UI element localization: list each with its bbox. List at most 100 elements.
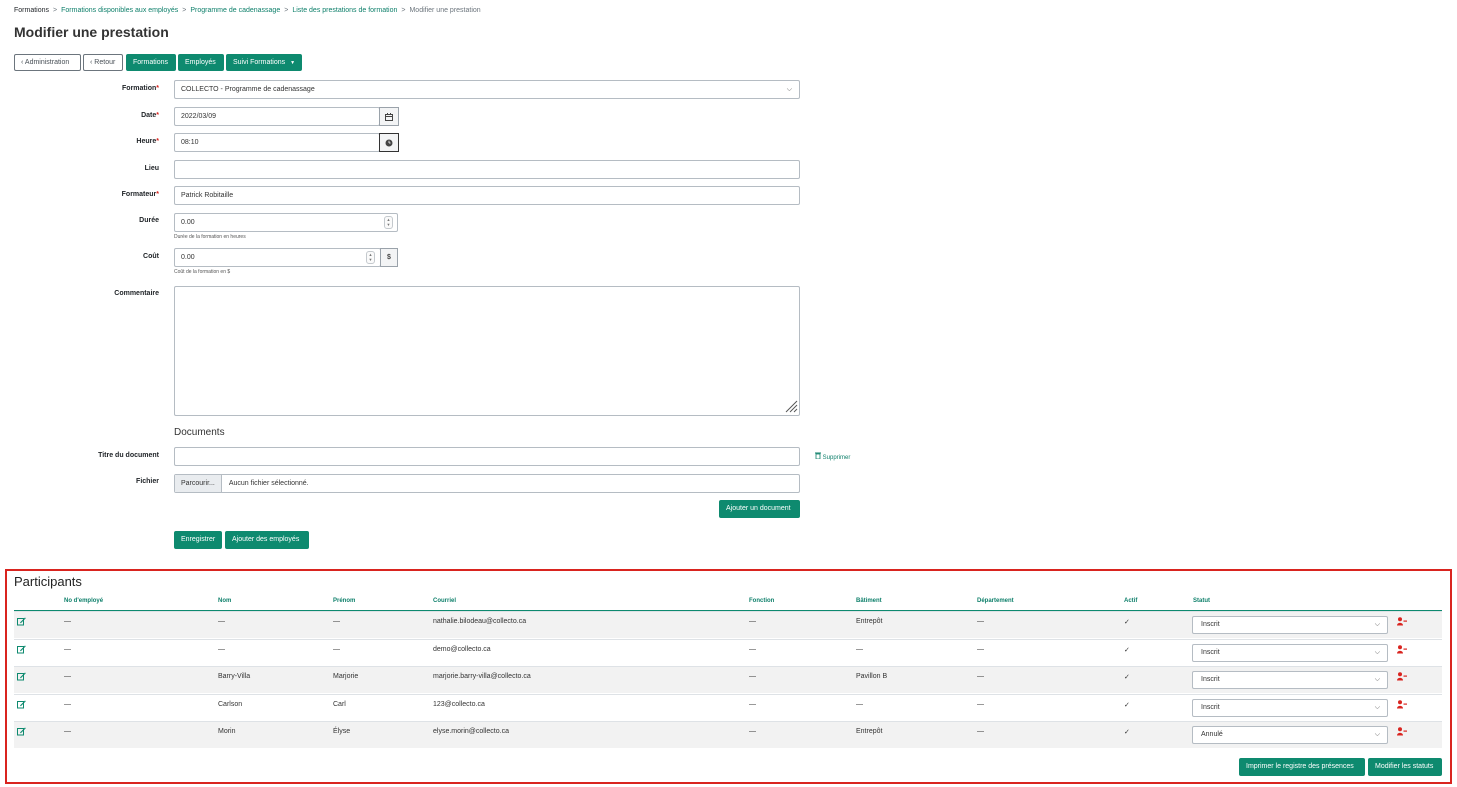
cell-nom: — bbox=[218, 618, 225, 625]
cell-no-employe: — bbox=[64, 728, 71, 735]
col-actif[interactable]: Actif bbox=[1124, 598, 1137, 604]
breadcrumb-formations[interactable]: Formations bbox=[14, 7, 49, 14]
cell-fonction: — bbox=[749, 701, 756, 708]
cell-prenom: Carl bbox=[333, 701, 346, 708]
cell-prenom: — bbox=[333, 646, 340, 653]
chevron-down-icon: ⌵ bbox=[1374, 649, 1380, 656]
imprimer-registre-button[interactable]: Imprimer le registre des présences bbox=[1239, 758, 1365, 776]
cell-no-employe: — bbox=[64, 646, 71, 653]
edit-icon[interactable] bbox=[17, 645, 26, 654]
heure-input[interactable]: 08:10 bbox=[174, 133, 380, 152]
retour-label: Retour bbox=[94, 59, 116, 66]
statut-select[interactable]: Annulé ⌵ bbox=[1192, 726, 1388, 744]
breadcrumb-separator: > bbox=[401, 7, 406, 14]
cell-courriel: 123@collecto.ca bbox=[433, 701, 485, 708]
cout-help: Coût de la formation en $ bbox=[174, 269, 231, 275]
cout-input[interactable]: 0.00 bbox=[174, 248, 381, 267]
modifier-statuts-button[interactable]: Modifier les statuts bbox=[1368, 758, 1442, 776]
cell-departement: — bbox=[977, 646, 984, 653]
resize-handle-icon[interactable] bbox=[785, 400, 798, 413]
commentaire-textarea[interactable] bbox=[174, 286, 800, 416]
statut-select[interactable]: Inscrit ⌵ bbox=[1192, 671, 1388, 689]
cell-batiment: Entrepôt bbox=[856, 618, 883, 625]
col-batiment[interactable]: Bâtiment bbox=[856, 598, 882, 604]
formation-select[interactable]: COLLECTO - Programme de cadenassage ⌵ bbox=[174, 80, 800, 99]
chevron-down-icon: ⌵ bbox=[1374, 676, 1380, 683]
col-courriel[interactable]: Courriel bbox=[433, 598, 456, 604]
cell-prenom: Élyse bbox=[333, 728, 351, 735]
cell-batiment: — bbox=[856, 701, 863, 708]
statut-select[interactable]: Inscrit ⌵ bbox=[1192, 616, 1388, 634]
user-minus-icon[interactable] bbox=[1397, 727, 1407, 736]
breadcrumb-current: Modifier une prestation bbox=[409, 7, 481, 14]
user-minus-icon[interactable] bbox=[1397, 617, 1407, 626]
clock-icon[interactable] bbox=[379, 133, 399, 152]
col-nom[interactable]: Nom bbox=[218, 598, 231, 604]
col-statut[interactable]: Statut bbox=[1193, 598, 1210, 604]
titre-document-label: Titre du document bbox=[98, 452, 159, 459]
ajouter-employes-button[interactable]: Ajouter des employés bbox=[225, 531, 309, 549]
chevron-left-icon: ‹ bbox=[90, 59, 93, 66]
breadcrumb: Formations > Formations disponibles aux em… bbox=[14, 7, 481, 14]
breadcrumb-liste-prestations[interactable]: Liste des prestations de formation bbox=[292, 7, 397, 14]
supprimer-link[interactable]: Supprimer bbox=[815, 452, 850, 461]
user-minus-icon[interactable] bbox=[1397, 700, 1407, 709]
administration-label: Administration bbox=[24, 59, 70, 66]
participants-title: Participants bbox=[14, 574, 82, 589]
cell-nom: Barry-Villa bbox=[218, 673, 251, 680]
col-no-employe[interactable]: No d'employé bbox=[64, 598, 103, 604]
duree-value: 0.00 bbox=[181, 219, 195, 226]
cell-batiment: — bbox=[856, 646, 863, 653]
suivi-formations-dropdown[interactable]: Suivi Formations ▼ bbox=[226, 54, 302, 71]
duree-stepper-icon[interactable]: ▲ ▼ bbox=[384, 216, 393, 229]
calendar-icon[interactable] bbox=[379, 107, 399, 126]
formateur-input[interactable]: Patrick Robitaille bbox=[174, 186, 800, 205]
chevron-down-icon: ⌵ bbox=[1374, 621, 1380, 628]
statut-select[interactable]: Inscrit ⌵ bbox=[1192, 699, 1388, 717]
lieu-input[interactable] bbox=[174, 160, 800, 179]
titre-document-input[interactable] bbox=[174, 447, 800, 466]
ajouter-document-button[interactable]: Ajouter un document bbox=[719, 500, 800, 518]
table-row: — Morin Élyse elyse.morin@collecto.ca — Entre… bbox=[14, 721, 1442, 748]
dollar-addon: $ bbox=[380, 248, 398, 267]
administration-button[interactable]: ‹ Administration bbox=[14, 54, 81, 71]
table-row: — — — nathalie.bilodeau@collecto.ca — Entrepô… bbox=[14, 611, 1442, 638]
statut-value: Inscrit bbox=[1201, 621, 1220, 628]
cout-stepper-icon[interactable]: ▲ ▼ bbox=[366, 251, 375, 264]
retour-button[interactable]: ‹ Retour bbox=[83, 54, 123, 71]
edit-icon[interactable] bbox=[17, 700, 26, 709]
breadcrumb-formations-disponibles[interactable]: Formations disponibles aux employés bbox=[61, 7, 178, 14]
cell-actif: ✓ bbox=[1124, 619, 1130, 626]
chevron-down-icon: ⌵ bbox=[786, 86, 792, 93]
breadcrumb-separator: > bbox=[284, 7, 289, 14]
employes-button[interactable]: Employés bbox=[178, 54, 224, 71]
cell-fonction: — bbox=[749, 618, 756, 625]
cell-no-employe: — bbox=[64, 673, 71, 680]
duree-input[interactable]: 0.00 bbox=[174, 213, 398, 232]
statut-select[interactable]: Inscrit ⌵ bbox=[1192, 644, 1388, 662]
edit-icon[interactable] bbox=[17, 617, 26, 626]
date-input[interactable]: 2022/03/09 bbox=[174, 107, 380, 126]
caret-down-icon: ▼ bbox=[290, 60, 296, 66]
fichier-input[interactable]: Parcourir... Aucun fichier sélectionné. bbox=[174, 474, 800, 493]
user-minus-icon[interactable] bbox=[1397, 645, 1407, 654]
breadcrumb-separator: > bbox=[182, 7, 187, 14]
edit-icon[interactable] bbox=[17, 672, 26, 681]
breadcrumb-programme[interactable]: Programme de cadenassage bbox=[190, 7, 280, 14]
col-prenom[interactable]: Prénom bbox=[333, 598, 355, 604]
edit-icon[interactable] bbox=[17, 727, 26, 736]
cell-fonction: — bbox=[749, 646, 756, 653]
statut-value: Inscrit bbox=[1201, 676, 1220, 683]
table-row: — Carlson Carl 123@collecto.ca — — — ✓ Inscrit ⌵ bbox=[14, 694, 1442, 721]
formations-button[interactable]: Formations bbox=[126, 54, 176, 71]
col-departement[interactable]: Département bbox=[977, 598, 1014, 604]
col-fonction[interactable]: Fonction bbox=[749, 598, 774, 604]
parcourir-button[interactable]: Parcourir... bbox=[175, 475, 222, 492]
cout-label: Coût bbox=[143, 253, 159, 260]
user-minus-icon[interactable] bbox=[1397, 672, 1407, 681]
cell-no-employe: — bbox=[64, 701, 71, 708]
enregistrer-button[interactable]: Enregistrer bbox=[174, 531, 222, 549]
commentaire-label: Commentaire bbox=[114, 290, 159, 297]
cell-courriel: marjorie.barry-villa@collecto.ca bbox=[433, 673, 531, 680]
cell-courriel: demo@collecto.ca bbox=[433, 646, 491, 653]
